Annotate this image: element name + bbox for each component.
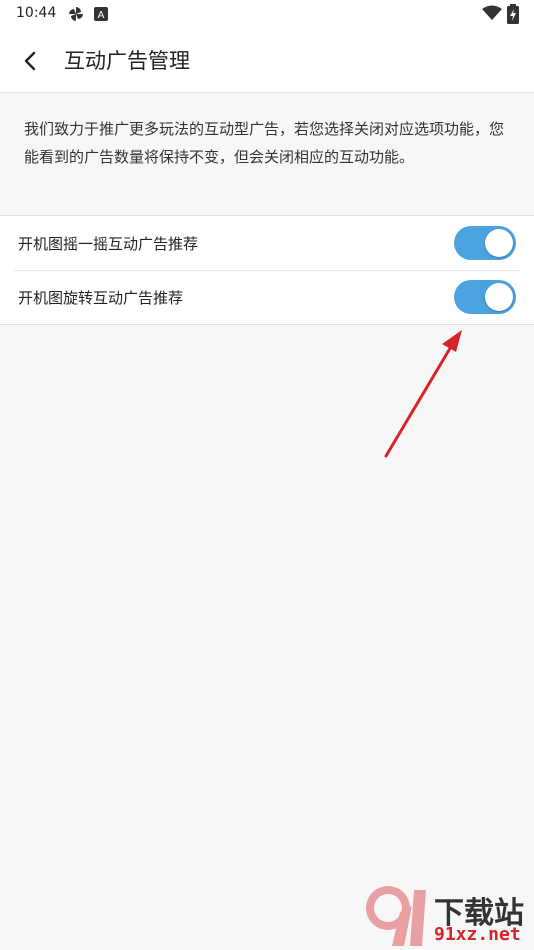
status-time: 10:44 [16, 5, 57, 21]
svg-text:A: A [98, 10, 105, 21]
pinwheel-icon [68, 6, 84, 26]
settings-list: 开机图摇一摇互动广告推荐 开机图旋转互动广告推荐 [0, 215, 534, 325]
back-button[interactable] [14, 46, 46, 76]
intro-text: 我们致力于推广更多玩法的互动型广告，若您选择关闭对应选项功能，您能看到的广告数量… [24, 120, 505, 166]
chevron-left-icon [24, 51, 36, 71]
watermark-site: 91xz.net [434, 924, 521, 945]
a-badge-icon: A [94, 6, 108, 25]
toggle-knob [485, 283, 513, 311]
wifi-icon [482, 5, 502, 25]
battery-charging-icon [507, 4, 519, 28]
setting-label: 开机图摇一摇互动广告推荐 [18, 235, 199, 253]
watermark-logo-icon [366, 886, 426, 946]
rotate-ad-toggle[interactable] [454, 280, 516, 314]
setting-label: 开机图旋转互动广告推荐 [18, 289, 184, 307]
page-title: 互动广告管理 [64, 49, 190, 73]
intro-section: 我们致力于推广更多玩法的互动型广告，若您选择关闭对应选项功能，您能看到的广告数量… [0, 93, 534, 215]
status-bar: 10:44 A [0, 0, 534, 28]
toggle-knob [485, 229, 513, 257]
shake-ad-toggle[interactable] [454, 226, 516, 260]
watermark: 下载站 91xz.net [364, 882, 534, 950]
app-bar: 互动广告管理 [0, 28, 534, 93]
setting-row-shake-ad[interactable]: 开机图摇一摇互动广告推荐 [14, 216, 520, 271]
setting-row-rotate-ad[interactable]: 开机图旋转互动广告推荐 [14, 270, 520, 324]
